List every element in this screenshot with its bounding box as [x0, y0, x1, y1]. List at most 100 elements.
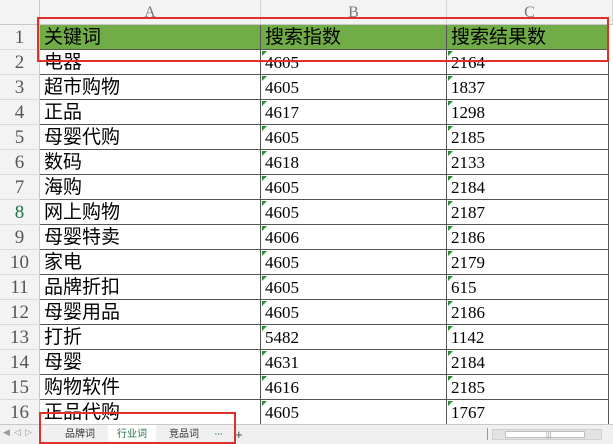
row-number[interactable]: 13	[0, 325, 40, 350]
header-cell-search-results[interactable]: 搜索结果数	[447, 25, 609, 50]
cell-keyword[interactable]: 品牌折扣	[40, 275, 261, 300]
row-number[interactable]: 16	[0, 400, 40, 424]
cell-search-index[interactable]: 4605	[261, 50, 447, 75]
cell-value: 4605	[265, 303, 299, 322]
cell-keyword[interactable]: 正品	[40, 100, 261, 125]
cell-value: 2164	[451, 53, 485, 72]
row-number[interactable]: 15	[0, 375, 40, 400]
cell-search-index[interactable]: 4605	[261, 75, 447, 100]
cell-search-results[interactable]: 2187	[447, 200, 609, 225]
cell-search-results[interactable]: 2185	[447, 375, 609, 400]
cell-search-results[interactable]: 1142	[447, 325, 609, 350]
cell-keyword[interactable]: 网上购物	[40, 200, 261, 225]
cell-keyword[interactable]: 打折	[40, 325, 261, 350]
horizontal-scrollbar[interactable]: |||	[492, 429, 602, 440]
cell-search-index[interactable]: 4605	[261, 300, 447, 325]
cell-keyword[interactable]: 超市购物	[40, 75, 261, 100]
cell-search-index[interactable]: 5482	[261, 325, 447, 350]
cell-search-index[interactable]: 4605	[261, 275, 447, 300]
cell-keyword[interactable]: 正品代购	[40, 400, 261, 424]
sheet-tab-brand[interactable]: 品牌词	[58, 425, 102, 444]
column-header-c[interactable]: C	[447, 0, 613, 25]
row-number[interactable]: 8	[0, 200, 40, 225]
cell-search-index[interactable]: 4605	[261, 200, 447, 225]
row-number[interactable]: 7	[0, 175, 40, 200]
number-as-text-indicator-icon	[262, 51, 267, 56]
cell-keyword[interactable]: 海购	[40, 175, 261, 200]
row-number[interactable]: 11	[0, 275, 40, 300]
cell-value: 2187	[451, 203, 485, 222]
cell-keyword[interactable]: 母婴代购	[40, 125, 261, 150]
number-as-text-indicator-icon	[262, 351, 267, 356]
number-as-text-indicator-icon	[262, 251, 267, 256]
first-sheet-icon[interactable]: ◀	[3, 427, 10, 438]
number-as-text-indicator-icon	[448, 176, 453, 181]
header-cell-search-index[interactable]: 搜索指数	[261, 25, 447, 50]
sheet-tab-industry[interactable]: 行业词	[108, 425, 156, 444]
cell-keyword[interactable]: 母婴用品	[40, 300, 261, 325]
table-row: 8 网上购物 4605 2187	[0, 200, 613, 225]
row-number[interactable]: 1	[0, 25, 40, 50]
row-number[interactable]: 14	[0, 350, 40, 375]
cell-keyword[interactable]: 家电	[40, 250, 261, 275]
row-number[interactable]: 2	[0, 50, 40, 75]
cell-value: 4605	[265, 278, 299, 297]
row-number[interactable]: 12	[0, 300, 40, 325]
cell-search-results[interactable]: 1837	[447, 75, 609, 100]
number-as-text-indicator-icon	[262, 151, 267, 156]
cell-search-results[interactable]: 1298	[447, 100, 609, 125]
cell-keyword[interactable]: 购物软件	[40, 375, 261, 400]
cell-value: 4605	[265, 78, 299, 97]
cell-keyword[interactable]: 数码	[40, 150, 261, 175]
cell-search-index[interactable]: 4616	[261, 375, 447, 400]
column-header-a[interactable]: A	[40, 0, 261, 25]
sheet-tab-competitor[interactable]: 竞品词	[160, 425, 208, 444]
cell-search-index[interactable]: 4617	[261, 100, 447, 125]
cell-search-index[interactable]: 4605	[261, 125, 447, 150]
row-number[interactable]: 5	[0, 125, 40, 150]
row-number[interactable]: 3	[0, 75, 40, 100]
row-number[interactable]: 9	[0, 225, 40, 250]
cell-keyword[interactable]: 电器	[40, 50, 261, 75]
sheet-tab-bar: ◀ ◁ ▷ 品牌词 行业词 竞品词 ··· + |||	[0, 412, 613, 444]
cell-search-results[interactable]: 2184	[447, 350, 609, 375]
cell-search-results[interactable]: 615	[447, 275, 609, 300]
row-number[interactable]: 6	[0, 150, 40, 175]
row-number[interactable]: 10	[0, 250, 40, 275]
number-as-text-indicator-icon	[262, 201, 267, 206]
column-header-b[interactable]: B	[261, 0, 447, 25]
cell-search-index[interactable]: 4605	[261, 175, 447, 200]
cell-keyword[interactable]: 母婴	[40, 350, 261, 375]
cell-search-index[interactable]: 4606	[261, 225, 447, 250]
cell-search-index[interactable]: 4605	[261, 250, 447, 275]
cell-value: 4606	[265, 228, 299, 247]
cell-search-results[interactable]: 2186	[447, 300, 609, 325]
row-number[interactable]: 4	[0, 100, 40, 125]
scroll-grip-icon: |||	[546, 432, 552, 439]
add-sheet-button[interactable]: +	[235, 425, 243, 444]
number-as-text-indicator-icon	[262, 401, 267, 406]
horizontal-scroll-thumb[interactable]: |||	[505, 431, 585, 439]
cell-keyword[interactable]: 母婴特卖	[40, 225, 261, 250]
prev-sheet-icon[interactable]: ◁	[14, 427, 21, 438]
cell-search-index[interactable]: 4605	[261, 400, 447, 424]
select-all-corner[interactable]	[0, 0, 40, 25]
cell-search-results[interactable]: 1767	[447, 400, 609, 424]
more-sheets-icon[interactable]: ···	[214, 425, 223, 444]
cell-search-results[interactable]: 2164	[447, 50, 609, 75]
cell-value: 2186	[451, 228, 485, 247]
number-as-text-indicator-icon	[262, 101, 267, 106]
cell-search-results[interactable]: 2133	[447, 150, 609, 175]
cell-search-results[interactable]: 2186	[447, 225, 609, 250]
spreadsheet-grid[interactable]: A B C 1 关键词 搜索指数 搜索结果数 2 电器 4605 2164 3 超市购物 4…	[0, 0, 613, 424]
cell-search-results[interactable]: 2184	[447, 175, 609, 200]
cell-value: 4617	[265, 103, 299, 122]
scrollbar-splitter[interactable]	[487, 428, 488, 440]
cell-search-results[interactable]: 2185	[447, 125, 609, 150]
header-cell-keyword[interactable]: 关键词	[40, 25, 261, 50]
cell-search-index[interactable]: 4618	[261, 150, 447, 175]
cell-search-index[interactable]: 4631	[261, 350, 447, 375]
cell-search-results[interactable]: 2179	[447, 250, 609, 275]
number-as-text-indicator-icon	[448, 151, 453, 156]
next-sheet-icon[interactable]: ▷	[25, 427, 32, 438]
